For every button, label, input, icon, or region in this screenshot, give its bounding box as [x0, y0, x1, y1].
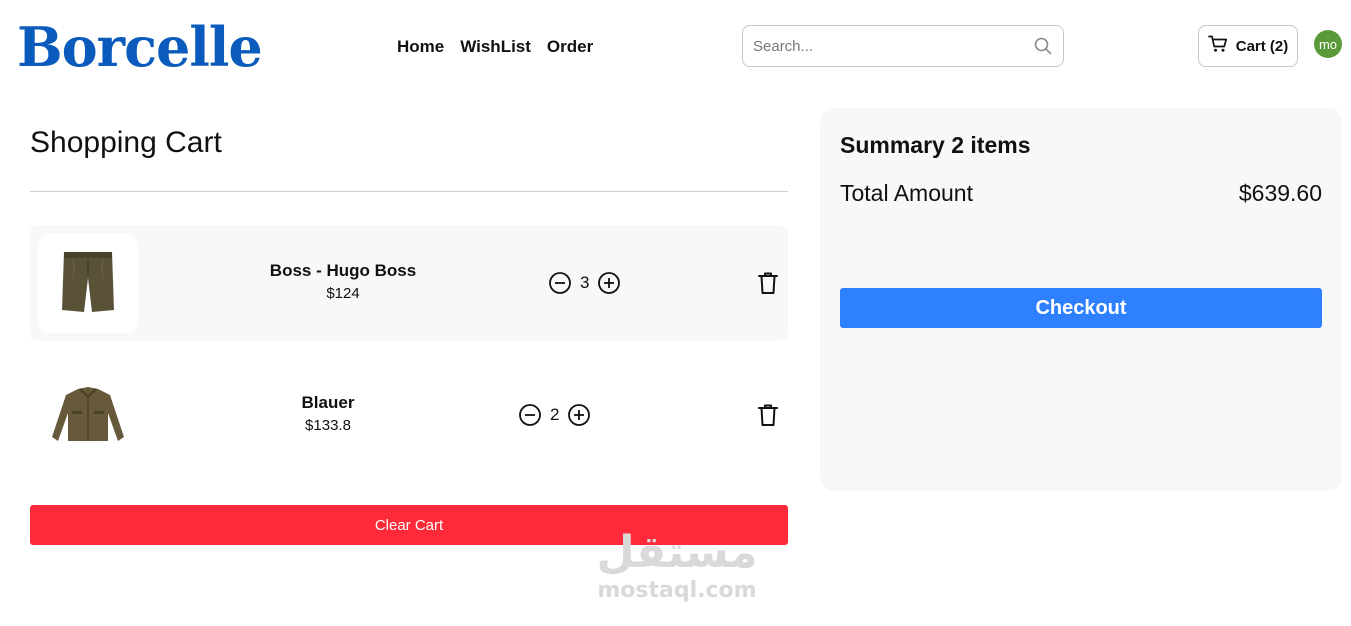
trash-icon[interactable]	[757, 271, 779, 295]
nav-wishlist-link[interactable]: WishList	[460, 35, 531, 59]
product-price: $133.8	[305, 417, 351, 434]
search-input[interactable]	[753, 37, 1033, 55]
total-amount-label: Total Amount	[840, 180, 973, 206]
brand-logo[interactable]: Borcelle	[17, 14, 263, 80]
nav-home-link[interactable]: Home	[397, 35, 444, 59]
search-icon[interactable]	[1033, 36, 1053, 56]
checkout-button[interactable]: Checkout	[840, 288, 1322, 328]
cart-item: Blauer $133.8 2	[30, 357, 788, 473]
cart-divider	[30, 191, 788, 192]
trash-icon[interactable]	[757, 403, 779, 427]
shopping-cart-icon	[1207, 35, 1228, 57]
cart-button-label: Cart (2)	[1235, 37, 1289, 55]
watermark-url-text: mostaql.com	[597, 578, 757, 603]
product-info: Blauer $133.8	[228, 391, 428, 437]
summary-title: Summary 2 items	[840, 132, 1031, 158]
cart-title: Shopping Cart	[30, 126, 222, 159]
product-image	[38, 365, 138, 465]
minus-circle-icon[interactable]	[548, 271, 572, 295]
watermark-arabic-text: مستقل	[596, 527, 758, 578]
order-summary-panel: Summary 2 items Total Amount $639.60 Che…	[820, 108, 1342, 491]
quantity-stepper: 2	[518, 403, 591, 427]
cart-button[interactable]: Cart (2)	[1198, 25, 1298, 67]
nav-order-link[interactable]: Order	[547, 35, 593, 59]
product-image	[38, 233, 138, 333]
user-avatar[interactable]: mo	[1314, 30, 1342, 58]
page: Borcelle Home WishList Order Cart (2) mo…	[0, 0, 1351, 626]
quantity-value: 2	[550, 405, 560, 424]
watermark: مستقل mostaql.com	[594, 528, 760, 604]
product-name[interactable]: Blauer	[228, 391, 428, 415]
plus-circle-icon[interactable]	[597, 271, 621, 295]
product-name[interactable]: Boss - Hugo Boss	[243, 259, 443, 283]
plus-circle-icon[interactable]	[567, 403, 591, 427]
main-nav: Home WishList Order	[397, 35, 593, 59]
quantity-value: 3	[580, 273, 590, 292]
product-info: Boss - Hugo Boss $124	[243, 259, 443, 305]
total-amount-value: $639.60	[1238, 180, 1322, 206]
cart-item: Boss - Hugo Boss $124 3	[30, 225, 788, 341]
minus-circle-icon[interactable]	[518, 403, 542, 427]
quantity-stepper: 3	[548, 271, 621, 295]
search-box	[742, 25, 1064, 67]
product-price: $124	[326, 285, 360, 302]
